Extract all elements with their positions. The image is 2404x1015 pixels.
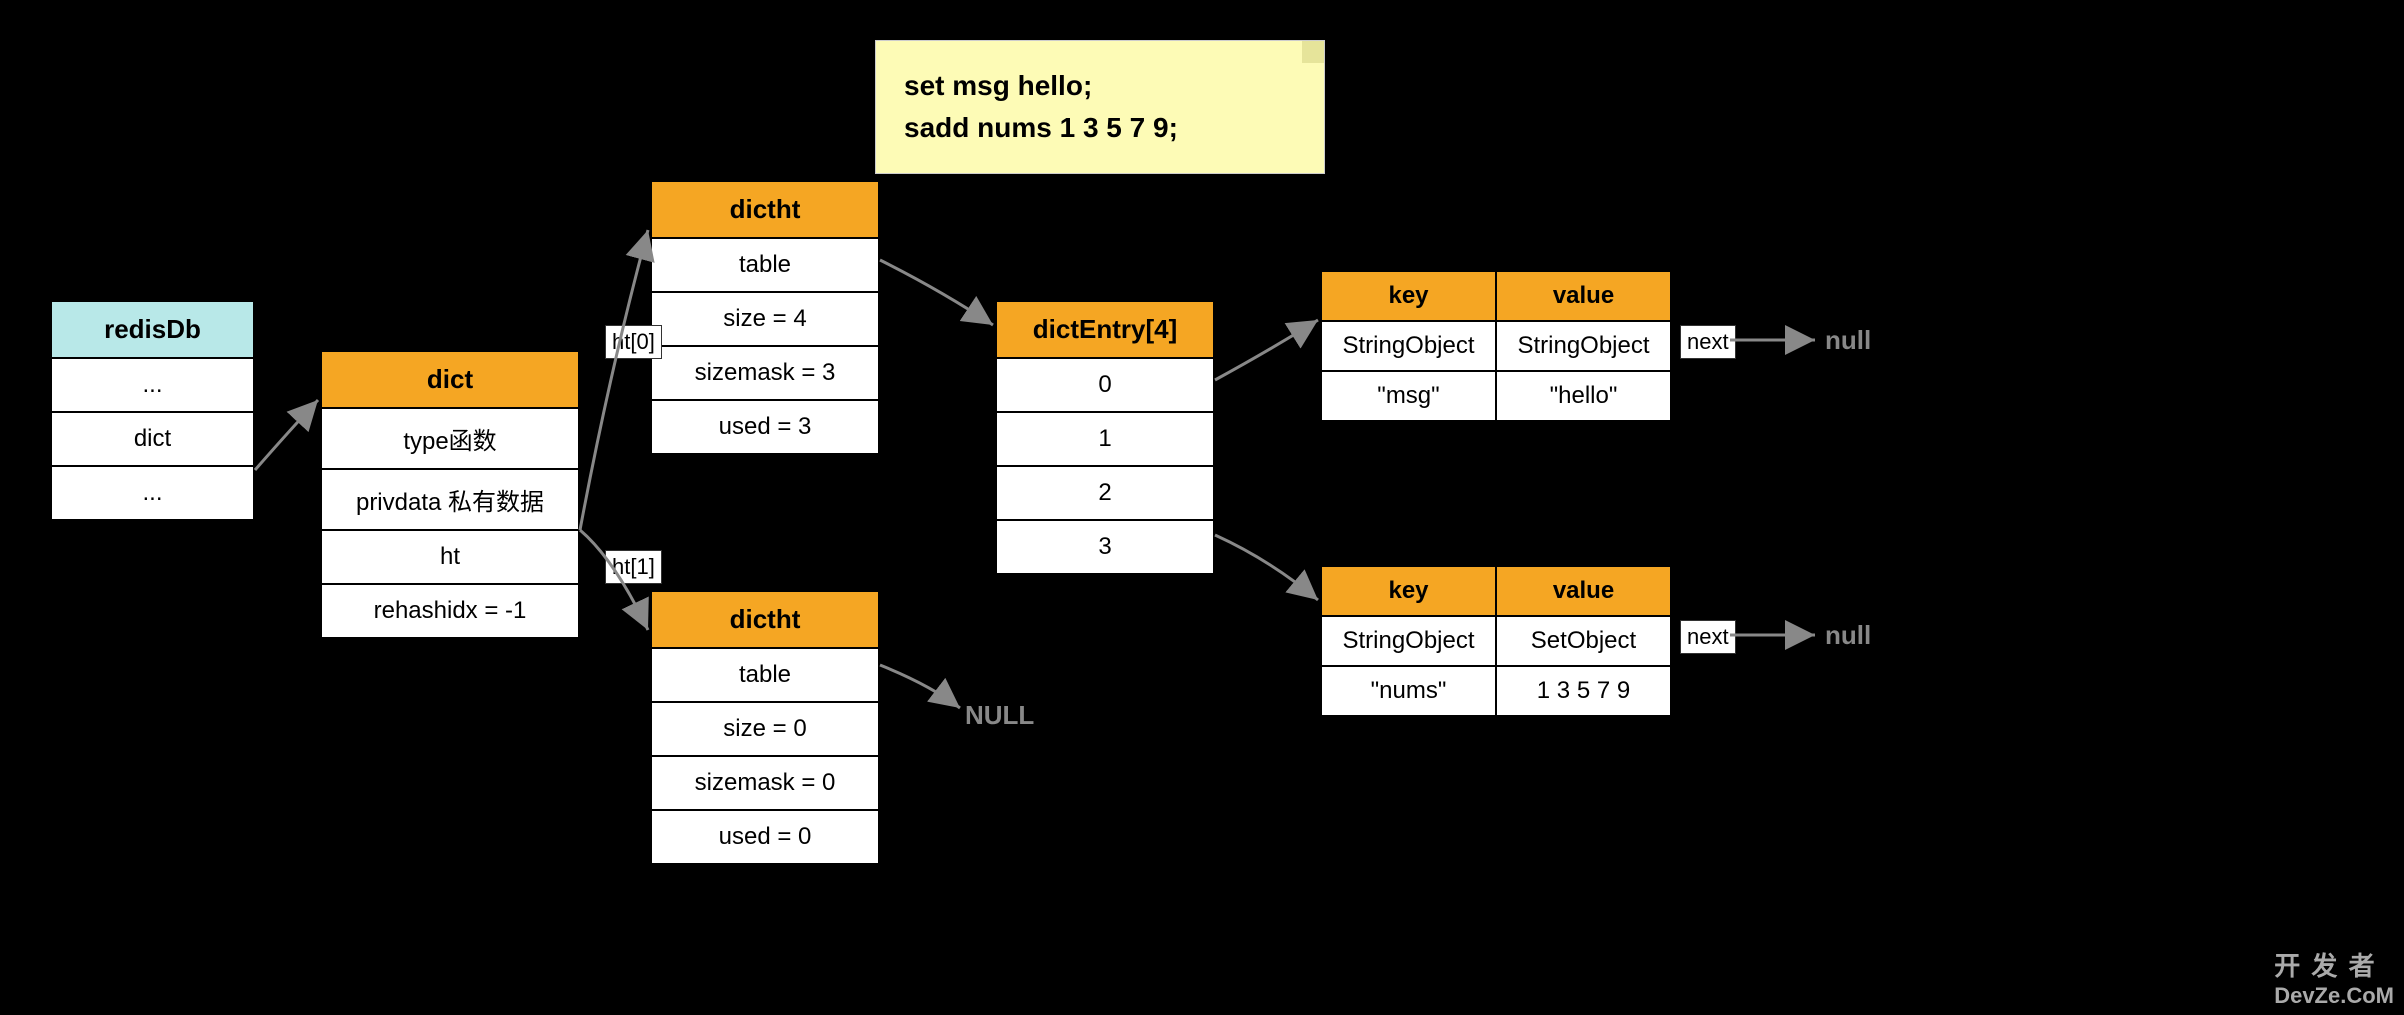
entry1-table: key value StringObject StringObject "msg…: [1320, 270, 1672, 422]
dict-title: dict: [322, 352, 578, 409]
nullbig-label: NULL: [965, 700, 1034, 731]
dict-row2: ht: [322, 531, 578, 585]
entry1-key-val: "msg": [1321, 371, 1496, 421]
sticky-line2: sadd nums 1 3 5 7 9;: [904, 107, 1296, 149]
dict-row1: privdata 私有数据: [322, 470, 578, 531]
dictht0-box: dictht table size = 4 sizemask = 3 used …: [650, 180, 880, 455]
entry2-key-type: StringObject: [1321, 616, 1496, 666]
dictht1-row3: used = 0: [652, 811, 878, 863]
dictht1-row1: size = 0: [652, 703, 878, 757]
dictht0-row3: used = 3: [652, 401, 878, 453]
entry2-key-val: "nums": [1321, 666, 1496, 716]
dictht1-row0: table: [652, 649, 878, 703]
entry2-value-type: SetObject: [1496, 616, 1671, 666]
dictentry-title: dictEntry[4]: [997, 302, 1213, 359]
watermark: 开 发 者 DevZe.CoM: [2274, 946, 2394, 1009]
watermark-bottom: DevZe.CoM: [2274, 983, 2394, 1009]
entry2-value-val: 1 3 5 7 9: [1496, 666, 1671, 716]
dictht1-title: dictht: [652, 592, 878, 649]
redisdb-title: redisDb: [52, 302, 253, 359]
entry1-key-header: key: [1321, 271, 1496, 321]
dictht0-row0: table: [652, 239, 878, 293]
redisdb-box: redisDb ... dict ...: [50, 300, 255, 521]
sticky-line1: set msg hello;: [904, 65, 1296, 107]
redisdb-row0: ...: [52, 359, 253, 413]
entry1-key-type: StringObject: [1321, 321, 1496, 371]
dict-row3: rehashidx = -1: [322, 585, 578, 637]
entry1-value-header: value: [1496, 271, 1671, 321]
dictentry-box: dictEntry[4] 0 1 2 3: [995, 300, 1215, 575]
dictht0-title: dictht: [652, 182, 878, 239]
dictentry-row2: 2: [997, 467, 1213, 521]
entry1-value-type: StringObject: [1496, 321, 1671, 371]
dictht1-box: dictht table size = 0 sizemask = 0 used …: [650, 590, 880, 865]
sticky-note: set msg hello; sadd nums 1 3 5 7 9;: [875, 40, 1325, 174]
next2-label: next: [1680, 620, 1736, 654]
redisdb-row1: dict: [52, 413, 253, 467]
entry1-value-val: "hello": [1496, 371, 1671, 421]
dictentry-row1: 1: [997, 413, 1213, 467]
dictentry-row3: 3: [997, 521, 1213, 573]
dict-box: dict type函数 privdata 私有数据 ht rehashidx =…: [320, 350, 580, 639]
null2-label: null: [1825, 620, 1871, 651]
ht1-label: ht[1]: [605, 550, 662, 584]
watermark-top: 开 发 者: [2274, 946, 2394, 983]
entry2-table: key value StringObject SetObject "nums" …: [1320, 565, 1672, 717]
ht0-label: ht[0]: [605, 325, 662, 359]
dictentry-row0: 0: [997, 359, 1213, 413]
null1-label: null: [1825, 325, 1871, 356]
redisdb-row2: ...: [52, 467, 253, 519]
next1-label: next: [1680, 325, 1736, 359]
dict-row0: type函数: [322, 409, 578, 470]
dictht0-row1: size = 4: [652, 293, 878, 347]
entry2-key-header: key: [1321, 566, 1496, 616]
dictht1-row2: sizemask = 0: [652, 757, 878, 811]
dictht0-row2: sizemask = 3: [652, 347, 878, 401]
entry2-value-header: value: [1496, 566, 1671, 616]
